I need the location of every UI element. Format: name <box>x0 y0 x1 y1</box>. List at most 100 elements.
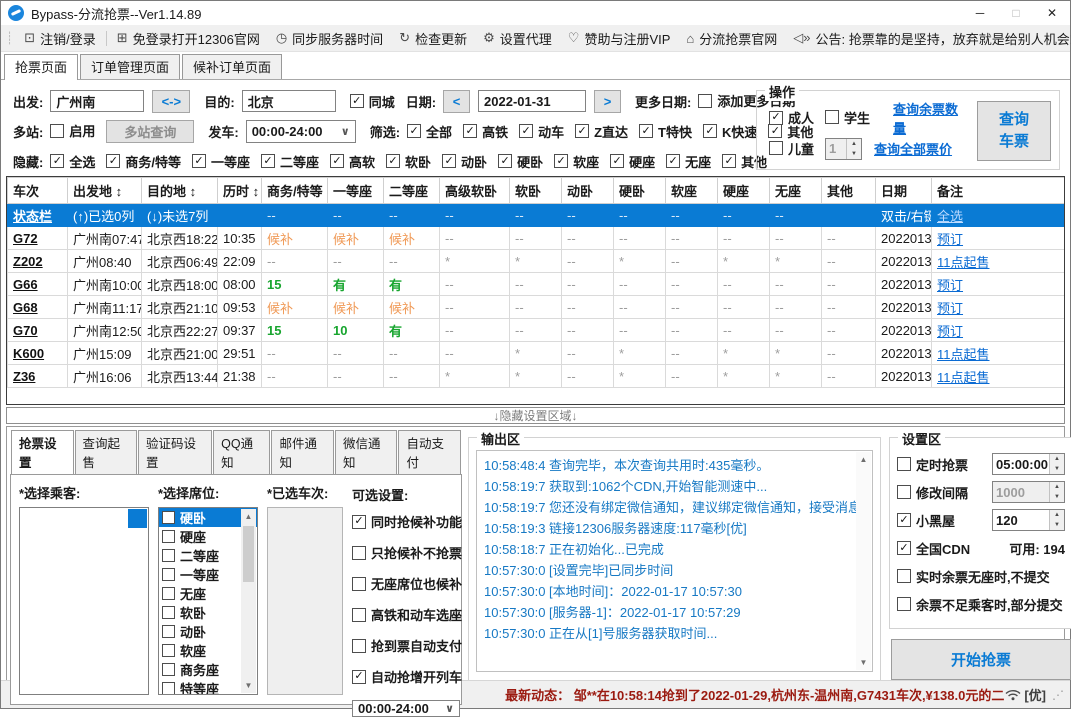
unchecked-checkbox-icon[interactable] <box>162 587 175 600</box>
column-header-1[interactable]: 出发地 ↕ <box>67 177 142 204</box>
train-cell[interactable]: 状态栏 <box>7 203 68 227</box>
depart-input[interactable]: 广州南 <box>50 90 145 112</box>
train-cell[interactable]: G70 <box>7 318 68 342</box>
filter-checkbox-0[interactable]: ✓ 全部 <box>407 122 452 141</box>
table-row-K600[interactable]: K600 广州15:09 北京西21:00 29:51 -- -- -- -- * -- * -- * *… <box>7 341 1064 365</box>
hide-checkbox-0[interactable]: ✓ 全选 <box>50 152 95 171</box>
table-row-状态栏[interactable]: 状态栏 (↑)已选0列 (↓)未选7列 -- -- -- -- -- -- -- -- -- -- 双击/… <box>7 203 1064 227</box>
adult-checkbox[interactable]: ✓ 成人 <box>769 108 814 127</box>
column-header-11[interactable]: 软座 <box>665 177 718 204</box>
menu-item-home[interactable]: ⌂ 分流抢票官网 <box>678 29 785 48</box>
note-cell[interactable]: 预订 <box>931 272 1064 296</box>
resize-grip-icon[interactable]: ⋰ <box>1052 688 1064 702</box>
menu-item-speaker[interactable]: ◁» 公告: 抢票靠的是坚持，放弃就是给别人机会! <box>785 29 1071 48</box>
settings-tab-1[interactable]: 查询起售 <box>74 430 137 474</box>
column-header-16[interactable]: 备注 <box>931 177 1064 204</box>
settings-tab-3[interactable]: QQ通知 <box>213 430 271 474</box>
note-cell[interactable]: 预订 <box>931 226 1064 250</box>
dest-input[interactable]: 北京 <box>241 90 336 112</box>
settings-tab-0[interactable]: 抢票设置 <box>11 430 74 475</box>
note-cell[interactable]: 预订 <box>931 318 1064 342</box>
column-header-13[interactable]: 无座 <box>769 177 822 204</box>
settings-tab-5[interactable]: 微信通知 <box>334 430 398 474</box>
hide-settings-divider[interactable]: ↓隐藏设置区域↓ <box>6 407 1065 424</box>
log-scrollbar[interactable]: ▲ ▼ <box>856 452 871 670</box>
same-city-checkbox[interactable]: ✓ 同城 <box>349 92 395 111</box>
spin-up-icon[interactable]: ▲ <box>1050 482 1064 492</box>
child-checkbox[interactable]: 儿童 <box>769 139 814 158</box>
train-cell[interactable]: Z36 <box>7 364 68 388</box>
option-checkbox-0[interactable]: ✓ 同时抢候补功能 <box>352 512 462 531</box>
hide-checkbox-9[interactable]: ✓ 硬座 <box>610 152 655 171</box>
date-input[interactable]: 2022-01-31 <box>478 90 587 112</box>
train-cell[interactable]: G72 <box>7 226 68 250</box>
note-cell[interactable]: 全选 <box>931 203 1064 227</box>
multi-enable-checkbox[interactable]: 启用 <box>50 121 95 140</box>
unchecked-checkbox-icon[interactable] <box>162 682 175 694</box>
filter-checkbox-5[interactable]: ✓ K快速 <box>703 122 757 141</box>
date-prev-button[interactable]: < <box>443 89 471 113</box>
unchecked-checkbox-icon[interactable] <box>162 644 175 657</box>
scroll-up-icon[interactable]: ▲ <box>245 509 253 524</box>
menu-item-gear[interactable]: ⚙ 设置代理 <box>475 29 560 48</box>
spin-down-icon[interactable]: ▼ <box>847 148 862 159</box>
minimize-button[interactable]: ─ <box>962 1 998 25</box>
column-header-9[interactable]: 动卧 <box>561 177 614 204</box>
settings-checkbox-3[interactable]: ✓ 全国CDN <box>897 539 970 558</box>
spin-down-icon[interactable]: ▼ <box>1050 464 1064 474</box>
hide-checkbox-4[interactable]: ✓ 高软 <box>330 152 375 171</box>
column-header-10[interactable]: 硬卧 <box>613 177 666 204</box>
settings-spinner-2[interactable]: 120 ▲ ▼ <box>992 509 1065 531</box>
settings-spinner-1[interactable]: 1000 ▲ ▼ <box>992 481 1065 503</box>
note-cell[interactable]: 11点起售 <box>931 249 1064 273</box>
seat-scrollbar[interactable]: ▲ ▼ <box>241 509 256 693</box>
spin-down-icon[interactable]: ▼ <box>1050 492 1064 502</box>
unchecked-checkbox-icon[interactable] <box>162 625 175 638</box>
hide-checkbox-8[interactable]: ✓ 软座 <box>554 152 599 171</box>
note-cell[interactable]: 11点起售 <box>931 341 1064 365</box>
column-header-12[interactable]: 硬座 <box>717 177 770 204</box>
settings-checkbox-1[interactable]: 修改间隔 <box>897 483 968 502</box>
query-prices-link[interactable]: 查询全部票价 <box>874 139 952 158</box>
selected-trains-listbox[interactable] <box>267 507 343 695</box>
filter-checkbox-4[interactable]: ✓ T特快 <box>639 122 692 141</box>
spin-up-icon[interactable]: ▲ <box>847 138 862 149</box>
unchecked-checkbox-icon[interactable] <box>162 606 175 619</box>
main-tab-2[interactable]: 候补订单页面 <box>182 54 283 79</box>
scroll-down-icon[interactable]: ▼ <box>245 678 253 693</box>
option-checkbox-3[interactable]: 高铁和动车选座 <box>352 605 462 624</box>
spin-up-icon[interactable]: ▲ <box>1050 510 1064 520</box>
main-tab-1[interactable]: 订单管理页面 <box>80 54 181 79</box>
settings-checkbox-0[interactable]: 定时抢票 <box>897 455 968 474</box>
menu-item-clock[interactable]: ◷ 同步服务器时间 <box>268 29 391 48</box>
table-row-G66[interactable]: G66 广州南10:00 北京西18:00 08:00 15 有有 -- -- -- -- -- --… <box>7 272 1064 296</box>
menu-item-refresh[interactable]: ↻ 检查更新 <box>391 29 475 48</box>
scroll-thumb[interactable] <box>243 526 254 582</box>
filter-checkbox-2[interactable]: ✓ 动车 <box>519 122 564 141</box>
filter-checkbox-3[interactable]: ✓ Z直达 <box>575 122 628 141</box>
query-remaining-link[interactable]: 查询余票数量 <box>893 99 967 137</box>
hide-checkbox-1[interactable]: ✓ 商务/特等 <box>106 152 181 171</box>
table-row-G72[interactable]: G72 广州南07:47 北京西18:22 10:35 候补 候补 候补 -- -- -- -- --… <box>7 226 1064 250</box>
settings-spinner-0[interactable]: 05:00:00 ▲ ▼ <box>992 453 1065 475</box>
column-header-8[interactable]: 软卧 <box>509 177 562 204</box>
start-grabbing-button[interactable]: 开始抢票 <box>891 639 1071 680</box>
column-header-0[interactable]: 车次 <box>7 177 68 204</box>
note-cell[interactable]: 11点起售 <box>931 364 1064 388</box>
column-header-14[interactable]: 其他 <box>821 177 876 204</box>
settings-checkbox-5[interactable]: 余票不足乘客时,部分提交 <box>897 595 1063 614</box>
option-checkbox-4[interactable]: 抢到票自动支付 <box>352 636 462 655</box>
column-header-4[interactable]: 商务/特等 <box>261 177 328 204</box>
column-header-5[interactable]: 一等座 <box>327 177 384 204</box>
table-row-G70[interactable]: G70 广州南12:50 北京西22:27 09:37 15 10 有 -- -- -- -- -- -… <box>7 318 1064 342</box>
column-header-6[interactable]: 二等座 <box>383 177 440 204</box>
unchecked-checkbox-icon[interactable] <box>162 568 175 581</box>
table-row-Z202[interactable]: Z202 广州08:40 北京西06:49 22:09 -- -- -- * * -- * -- * * -… <box>7 249 1064 273</box>
settings-checkbox-2[interactable]: ✓ 小黑屋 <box>897 511 955 530</box>
query-tickets-button[interactable]: 查询 车票 <box>977 101 1051 161</box>
option-checkbox-5[interactable]: ✓ 自动抢增开列车 <box>352 667 462 686</box>
filter-checkbox-1[interactable]: ✓ 高铁 <box>463 122 508 141</box>
spin-up-icon[interactable]: ▲ <box>1050 454 1064 464</box>
table-row-Z36[interactable]: Z36 广州16:06 北京西13:44 21:38 -- -- -- * * -- * -- * * --… <box>7 364 1064 388</box>
student-checkbox[interactable]: 学生 <box>825 108 870 127</box>
